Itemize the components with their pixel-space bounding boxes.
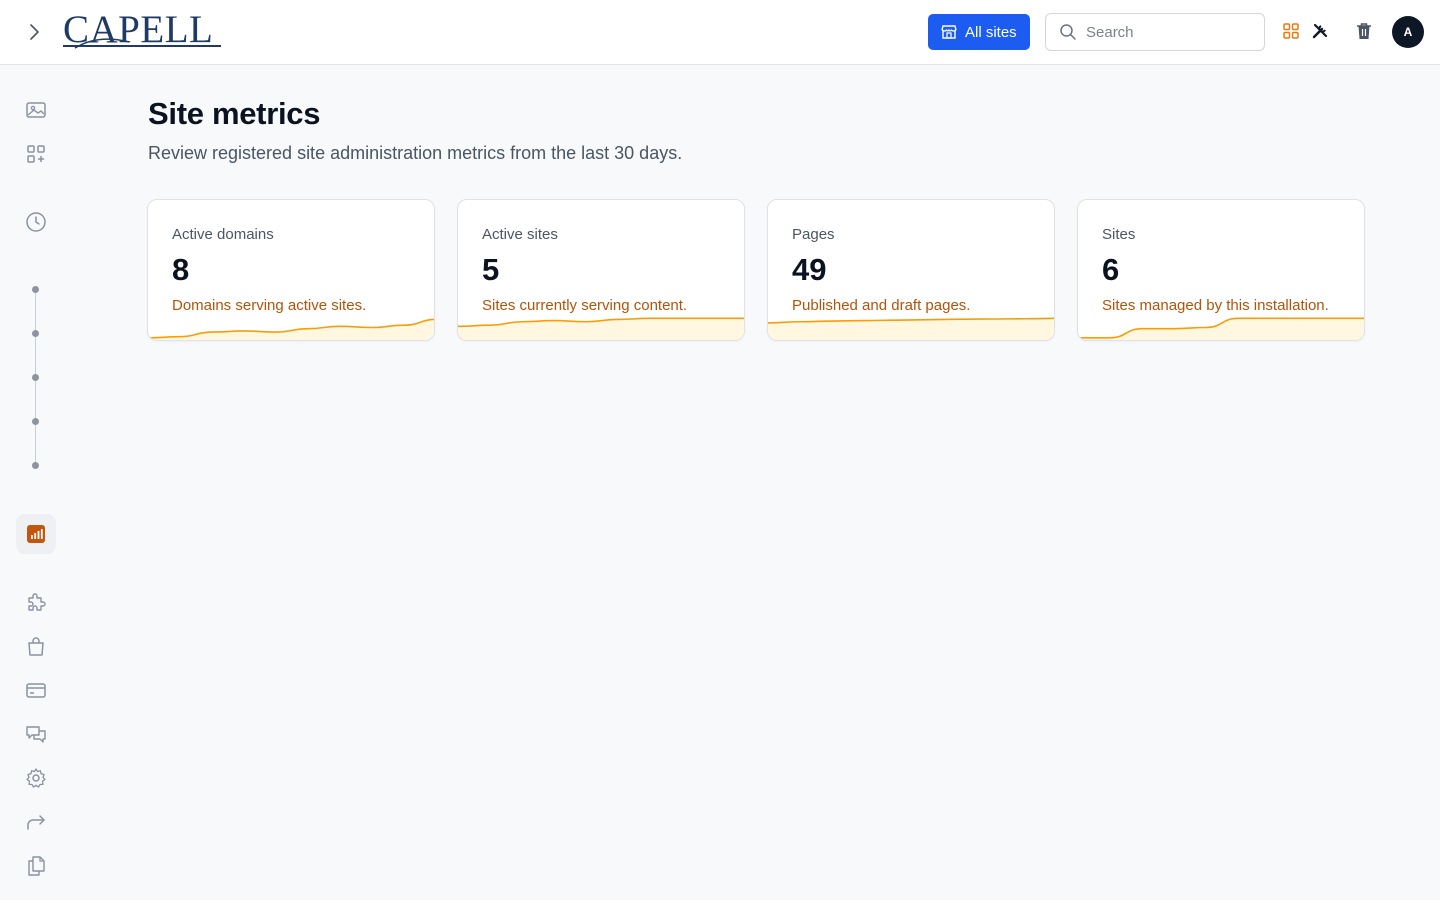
- sidebar-item-redirects[interactable]: [16, 802, 56, 842]
- metric-value: 6: [1102, 252, 1120, 287]
- trash-icon: [1357, 23, 1371, 39]
- expand-sidebar-button[interactable]: [22, 20, 46, 44]
- sidebar-nav: [0, 65, 72, 900]
- timeline-dot[interactable]: [32, 374, 39, 381]
- page-title: Site metrics: [148, 96, 321, 131]
- apps-grid-button[interactable]: [1280, 20, 1302, 42]
- grid-icon: [1283, 23, 1299, 39]
- sparkline-area: [458, 318, 744, 340]
- metric-label: Active domains: [172, 226, 274, 243]
- all-sites-label: All sites: [965, 23, 1017, 41]
- clock-icon: [26, 212, 46, 232]
- gear-icon: [26, 768, 46, 788]
- add-blocks-icon: [27, 145, 45, 163]
- page-subtitle: Review registered site administration me…: [148, 143, 683, 163]
- metric-label: Sites: [1102, 226, 1136, 243]
- search-input[interactable]: [1086, 23, 1246, 41]
- bar-chart-icon: [27, 525, 45, 543]
- sidebar-item-documents[interactable]: [16, 846, 56, 886]
- tools-icon: [1312, 23, 1328, 39]
- metric-value: 49: [792, 252, 827, 287]
- metric-label: Pages: [792, 226, 835, 243]
- user-avatar[interactable]: A: [1392, 16, 1424, 48]
- metric-label: Active sites: [482, 226, 558, 243]
- shopping-bag-icon: [28, 637, 44, 656]
- sidebar-item-blocks[interactable]: [16, 134, 56, 174]
- chevron-right-icon: [30, 24, 39, 40]
- metric-card-pages[interactable]: Pages 49 Published and draft pages.: [767, 199, 1055, 341]
- sparkline-chart: [1078, 317, 1364, 340]
- sparkline-chart: [148, 318, 434, 340]
- metric-card-active-sites[interactable]: Active sites 5 Sites currently serving c…: [457, 199, 745, 341]
- storefront-icon: [941, 25, 957, 39]
- metric-value: 8: [172, 252, 190, 287]
- search-box[interactable]: [1045, 13, 1265, 51]
- all-sites-button[interactable]: All sites: [928, 14, 1030, 50]
- sidebar-item-metrics[interactable]: [16, 514, 56, 554]
- timeline-dot[interactable]: [32, 286, 39, 293]
- sidebar-item-history[interactable]: [16, 202, 56, 242]
- sparkline-area: [1078, 318, 1364, 340]
- logo-underline: [63, 45, 221, 47]
- sidebar-item-billing[interactable]: [16, 670, 56, 710]
- metric-value: 5: [482, 252, 500, 287]
- credit-card-icon: [26, 683, 46, 698]
- copy-documents-icon: [28, 856, 45, 876]
- timeline-dot[interactable]: [32, 462, 39, 469]
- sidebar-item-messages[interactable]: [16, 714, 56, 754]
- capell-logo[interactable]: CAPELL: [63, 10, 223, 50]
- sidebar-item-media[interactable]: [16, 90, 56, 130]
- trash-button[interactable]: [1353, 20, 1375, 42]
- sparkline-chart: [458, 317, 744, 340]
- chat-bubbles-icon: [26, 726, 46, 743]
- logo-swoosh: [74, 38, 130, 49]
- image-icon: [26, 102, 46, 118]
- metric-card-sites[interactable]: Sites 6 Sites managed by this installati…: [1077, 199, 1365, 341]
- top-bar: CAPELL All sites A: [0, 0, 1440, 65]
- sparkline-chart: [768, 317, 1054, 340]
- search-icon: [1060, 24, 1076, 40]
- share-arrow-icon: [27, 815, 45, 830]
- tools-button[interactable]: [1309, 20, 1331, 42]
- sidebar-item-settings[interactable]: [16, 758, 56, 798]
- timeline-dot[interactable]: [32, 330, 39, 337]
- puzzle-icon: [28, 593, 46, 611]
- sidebar-item-extensions[interactable]: [16, 582, 56, 622]
- metric-card-active-domains[interactable]: Active domains 8 Domains serving active …: [147, 199, 435, 341]
- sidebar-item-shop[interactable]: [16, 626, 56, 666]
- timeline-dot[interactable]: [32, 418, 39, 425]
